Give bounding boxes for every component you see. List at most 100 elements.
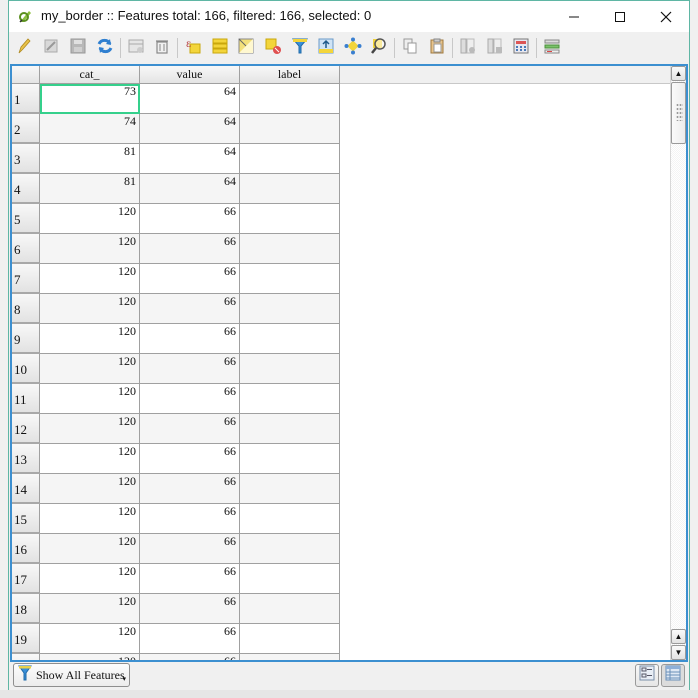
reload-button[interactable] [94, 37, 116, 59]
table-cell-cat[interactable]: 120 [40, 504, 140, 534]
table-cell-value[interactable]: 66 [140, 414, 240, 444]
row-header[interactable]: 3 [12, 144, 40, 174]
table-cell-value[interactable]: 66 [140, 294, 240, 324]
row-header[interactable]: 13 [12, 444, 40, 474]
table-cell-label[interactable] [240, 174, 340, 204]
table-cell-value[interactable]: 66 [140, 594, 240, 624]
field-calculator-button[interactable] [510, 37, 532, 59]
table-cell-value[interactable]: 66 [140, 654, 240, 660]
scroll-down-button[interactable]: ▼ [671, 645, 686, 660]
table-cell-cat[interactable]: 120 [40, 444, 140, 474]
conditional-formatting-button[interactable] [541, 37, 563, 59]
table-cell-cat[interactable]: 81 [40, 144, 140, 174]
table-cell-label[interactable] [240, 204, 340, 234]
copy-rows-button[interactable] [399, 37, 421, 59]
table-cell-value[interactable]: 66 [140, 384, 240, 414]
table-cell-value[interactable]: 64 [140, 174, 240, 204]
row-header[interactable]: 1 [12, 84, 40, 114]
table-cell-cat[interactable]: 120 [40, 264, 140, 294]
row-header[interactable]: 16 [12, 534, 40, 564]
row-header[interactable]: 6 [12, 234, 40, 264]
deselect-all-button[interactable] [262, 37, 284, 59]
table-cell-cat[interactable]: 120 [40, 234, 140, 264]
maximize-button[interactable] [597, 1, 643, 32]
table-cell-value[interactable]: 66 [140, 504, 240, 534]
table-cell-label[interactable] [240, 504, 340, 534]
table-cell-value[interactable]: 66 [140, 534, 240, 564]
row-header[interactable]: 4 [12, 174, 40, 204]
row-header[interactable]: 18 [12, 594, 40, 624]
table-cell-label[interactable] [240, 264, 340, 294]
minimize-button[interactable] [551, 1, 597, 32]
table-cell-cat[interactable]: 120 [40, 204, 140, 234]
row-header[interactable]: 7 [12, 264, 40, 294]
table-cell-cat[interactable]: 120 [40, 384, 140, 414]
table-cell-value[interactable]: 66 [140, 234, 240, 264]
column-header-label[interactable]: label [240, 66, 340, 84]
row-header[interactable]: 19 [12, 624, 40, 654]
table-cell-value[interactable]: 64 [140, 84, 240, 114]
zoom-to-selected-button[interactable] [368, 37, 390, 59]
table-cell-value[interactable]: 66 [140, 444, 240, 474]
paste-features-button[interactable] [426, 37, 448, 59]
table-cell-label[interactable] [240, 324, 340, 354]
table-cell-label[interactable] [240, 414, 340, 444]
scroll-up-button[interactable]: ▲ [671, 66, 686, 81]
show-all-features-button[interactable]: Show All Features ▾ [13, 663, 130, 687]
table-cell-cat[interactable]: 120 [40, 354, 140, 384]
row-header[interactable]: 11 [12, 384, 40, 414]
row-header[interactable]: 15 [12, 504, 40, 534]
delete-selected-button[interactable] [151, 37, 173, 59]
table-cell-label[interactable] [240, 144, 340, 174]
row-header[interactable]: 5 [12, 204, 40, 234]
column-header-value[interactable]: value [140, 66, 240, 84]
table-cell-cat[interactable]: 120 [40, 594, 140, 624]
select-by-expression-button[interactable]: ε [182, 37, 204, 59]
table-cell-label[interactable] [240, 534, 340, 564]
table-cell-value[interactable]: 64 [140, 114, 240, 144]
row-header[interactable]: 17 [12, 564, 40, 594]
table-cell-cat[interactable]: 120 [40, 414, 140, 444]
table-cell-cat[interactable]: 120 [40, 534, 140, 564]
table-cell-label[interactable] [240, 444, 340, 474]
row-header[interactable]: 8 [12, 294, 40, 324]
table-cell-cat[interactable]: 120 [40, 324, 140, 354]
table-cell-value[interactable]: 66 [140, 624, 240, 654]
table-cell-label[interactable] [240, 354, 340, 384]
row-header[interactable]: 14 [12, 474, 40, 504]
toggle-multi-edit-button[interactable] [40, 37, 62, 59]
title-bar[interactable]: my_border :: Features total: 166, filter… [9, 1, 689, 32]
table-cell-label[interactable] [240, 474, 340, 504]
vertical-scrollbar[interactable]: ▲ ▲ ▼ [670, 66, 686, 660]
table-cell-cat[interactable]: 81 [40, 174, 140, 204]
new-field-button[interactable] [457, 37, 479, 59]
table-cell-label[interactable] [240, 234, 340, 264]
save-edits-button[interactable] [67, 37, 89, 59]
table-cell-value[interactable]: 66 [140, 264, 240, 294]
table-cell-value[interactable]: 66 [140, 204, 240, 234]
table-cell-value[interactable]: 66 [140, 324, 240, 354]
close-button[interactable] [643, 1, 689, 32]
table-cell-label[interactable] [240, 564, 340, 594]
table-cell-label[interactable] [240, 84, 340, 114]
table-view-button[interactable] [661, 664, 685, 687]
table-cell-label[interactable] [240, 294, 340, 324]
scroll-up-button-lower[interactable]: ▲ [671, 629, 686, 644]
table-cell-cat[interactable]: 120 [40, 294, 140, 324]
table-cell-cat[interactable]: 120 [40, 474, 140, 504]
form-view-button[interactable] [635, 664, 659, 687]
move-selection-top-button[interactable] [315, 37, 337, 59]
invert-selection-button[interactable] [235, 37, 257, 59]
filter-select-button[interactable] [289, 37, 311, 59]
table-cell-label[interactable] [240, 384, 340, 414]
toggle-editing-button[interactable] [13, 37, 35, 59]
table-cell-cat[interactable]: 73 [40, 84, 140, 114]
row-header[interactable]: 9 [12, 324, 40, 354]
scrollbar-thumb[interactable] [671, 82, 686, 144]
table-cell-label[interactable] [240, 594, 340, 624]
row-header[interactable]: 20 [12, 654, 40, 660]
table-cell-value[interactable]: 66 [140, 354, 240, 384]
table-cell-value[interactable]: 66 [140, 474, 240, 504]
table-cell-value[interactable]: 66 [140, 564, 240, 594]
select-all-button[interactable] [209, 37, 231, 59]
